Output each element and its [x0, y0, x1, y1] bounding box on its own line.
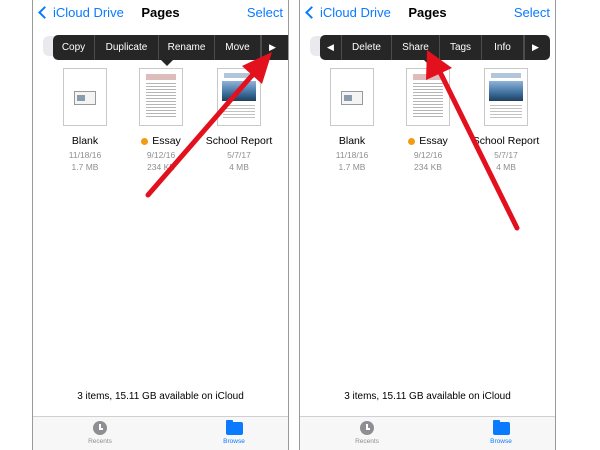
menu-item-info[interactable]: Info [482, 35, 524, 60]
folder-icon [225, 420, 243, 435]
file-name: School Report [472, 135, 540, 147]
storage-status: 3 items, 15.11 GB available on iCloud [77, 391, 244, 402]
storage-status: 3 items, 15.11 GB available on iCloud [344, 391, 511, 402]
orange-tag-dot-icon [141, 137, 149, 145]
orange-tag-dot-icon [408, 137, 416, 145]
file-item-school-report[interactable]: School Report 5/7/17 4 MB [199, 68, 279, 172]
menu-next-arrow-icon[interactable]: ▶ [524, 35, 546, 60]
menu-item-tags[interactable]: Tags [440, 35, 482, 60]
menu-item-copy[interactable]: Copy [53, 35, 95, 60]
tab-label: Recents [88, 438, 112, 445]
file-thumbnail [330, 68, 374, 126]
file-name: School Report [205, 135, 273, 147]
menu-pointer [424, 60, 436, 66]
menu-item-share[interactable]: Share [392, 35, 440, 60]
file-date: 9/12/16 [413, 150, 443, 160]
file-date: 11/18/16 [335, 150, 369, 160]
file-thumbnail [63, 68, 107, 126]
nav-bar: iCloud Drive Pages Select [33, 0, 288, 28]
file-grid: Blank 11/18/16 1.7 MB Essay 9/12/16 234 … [33, 68, 288, 178]
file-size: 234 KB [147, 162, 175, 172]
menu-item-duplicate[interactable]: Duplicate [95, 35, 159, 60]
file-name: Blank [338, 135, 366, 147]
tab-browse[interactable]: Browse [471, 420, 531, 445]
file-date: 9/12/16 [146, 150, 176, 160]
tab-recents[interactable]: Recents [337, 421, 397, 445]
file-size: 234 KB [414, 162, 442, 172]
menu-prev-arrow-icon[interactable]: ◀ [320, 35, 342, 60]
file-thumbnail [484, 68, 528, 126]
file-item-blank[interactable]: Blank 11/18/16 1.7 MB [45, 68, 125, 172]
tab-bar: Recents Browse [300, 416, 555, 450]
menu-next-arrow-icon[interactable]: ▶ [261, 35, 283, 60]
file-name: Blank [71, 135, 99, 147]
context-menu: ◀ Delete Share Tags Info ▶ [320, 35, 550, 60]
menu-pointer [161, 60, 173, 66]
file-date: 5/7/17 [227, 150, 251, 160]
file-date: 11/18/16 [68, 150, 102, 160]
file-item-school-report[interactable]: School Report 5/7/17 4 MB [466, 68, 546, 172]
file-size: 1.7 MB [71, 162, 99, 172]
file-size: 1.7 MB [338, 162, 366, 172]
tab-recents[interactable]: Recents [70, 421, 130, 445]
file-date: 5/7/17 [494, 150, 518, 160]
file-thumbnail [406, 68, 450, 126]
clock-icon [360, 421, 374, 435]
file-item-essay[interactable]: Essay 9/12/16 234 KB [388, 68, 468, 172]
file-name: Essay [419, 135, 448, 147]
file-grid: Blank 11/18/16 1.7 MB Essay 9/12/16 234 … [300, 68, 555, 178]
folder-icon [492, 420, 510, 435]
select-button[interactable]: Select [514, 5, 550, 20]
file-thumbnail [139, 68, 183, 126]
file-name: Essay [152, 135, 181, 147]
menu-item-rename[interactable]: Rename [159, 35, 215, 60]
menu-item-move[interactable]: Move [215, 35, 261, 60]
tab-browse[interactable]: Browse [204, 420, 264, 445]
select-button[interactable]: Select [247, 5, 283, 20]
file-size: 4 MB [496, 162, 516, 172]
file-size: 4 MB [229, 162, 249, 172]
screen-left: iCloud Drive Pages Select Copy Duplicate… [32, 0, 289, 450]
file-thumbnail [217, 68, 261, 126]
screen-right: iCloud Drive Pages Select ◀ Delete Share… [299, 0, 556, 450]
clock-icon [93, 421, 107, 435]
tab-label: Recents [355, 438, 379, 445]
file-item-blank[interactable]: Blank 11/18/16 1.7 MB [312, 68, 392, 172]
tab-bar: Recents Browse [33, 416, 288, 450]
menu-item-delete[interactable]: Delete [342, 35, 392, 60]
context-menu: Copy Duplicate Rename Move ▶ [53, 35, 288, 60]
tab-label: Browse [223, 438, 245, 445]
tab-label: Browse [490, 438, 512, 445]
file-item-essay[interactable]: Essay 9/12/16 234 KB [121, 68, 201, 172]
nav-bar: iCloud Drive Pages Select [300, 0, 555, 28]
